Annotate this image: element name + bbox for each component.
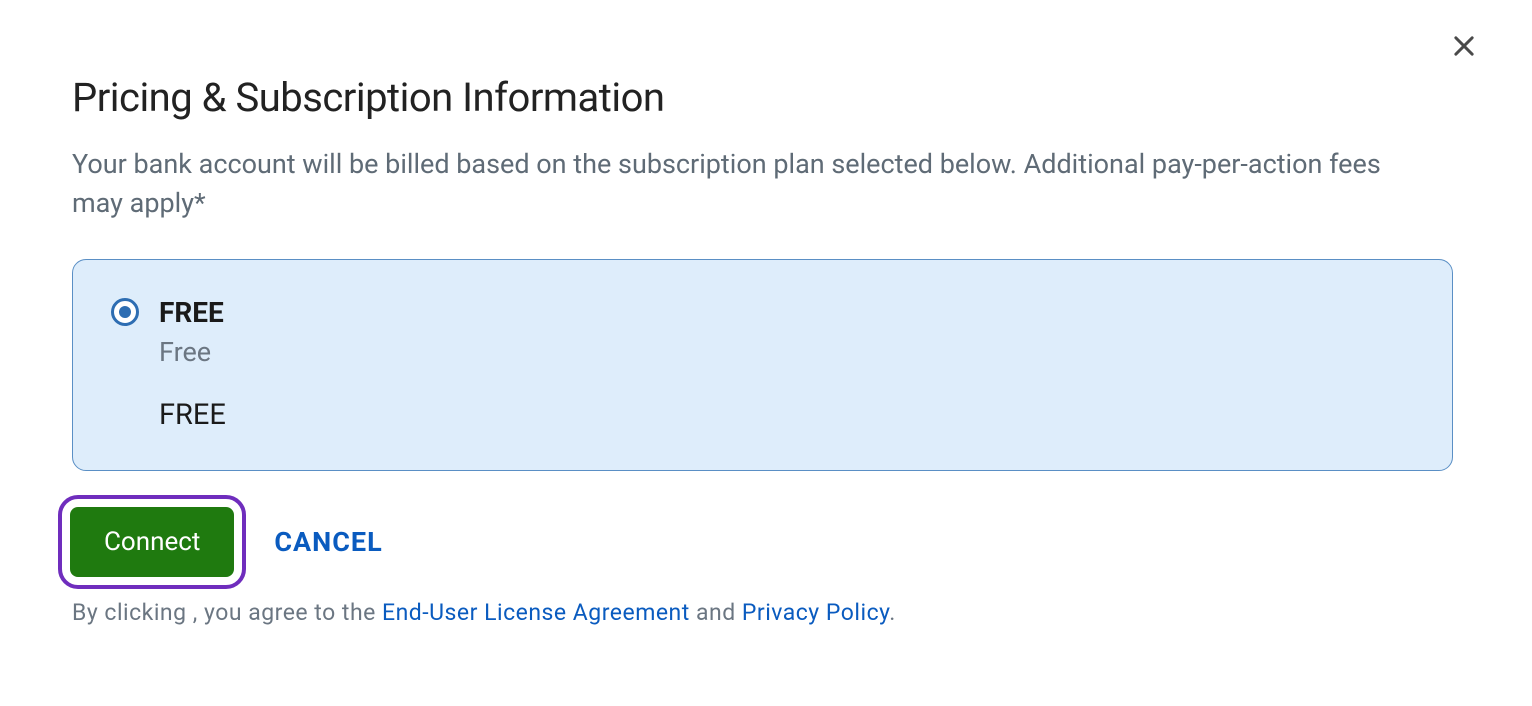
footer-middle: and bbox=[690, 599, 742, 626]
plan-row: FREE Free FREE bbox=[111, 296, 1414, 432]
pricing-modal: Pricing & Subscription Information Your … bbox=[0, 0, 1532, 626]
footer-prefix: By clicking , you agree to the bbox=[72, 599, 382, 626]
plan-description: Free bbox=[159, 332, 226, 373]
plan-card[interactable]: FREE Free FREE bbox=[72, 259, 1453, 471]
plan-radio[interactable] bbox=[111, 296, 139, 326]
privacy-link[interactable]: Privacy Policy bbox=[742, 599, 889, 626]
plan-name: FREE bbox=[159, 296, 226, 330]
footer-text: By clicking , you agree to the End-User … bbox=[72, 599, 1460, 626]
page-title: Pricing & Subscription Information bbox=[72, 74, 1460, 121]
connect-button[interactable]: Connect bbox=[70, 507, 234, 577]
eula-link[interactable]: End-User License Agreement bbox=[382, 599, 690, 626]
cancel-button[interactable]: CANCEL bbox=[274, 526, 382, 558]
page-subtitle: Your bank account will be billed based o… bbox=[72, 145, 1392, 223]
plan-price: FREE bbox=[159, 398, 226, 432]
close-icon bbox=[1450, 32, 1478, 60]
close-button[interactable] bbox=[1444, 26, 1484, 66]
radio-icon bbox=[111, 298, 139, 326]
connect-highlight: Connect bbox=[58, 495, 246, 589]
action-row: Connect CANCEL bbox=[72, 495, 1460, 589]
footer-suffix: . bbox=[889, 599, 896, 626]
plan-details: FREE Free FREE bbox=[159, 296, 226, 432]
